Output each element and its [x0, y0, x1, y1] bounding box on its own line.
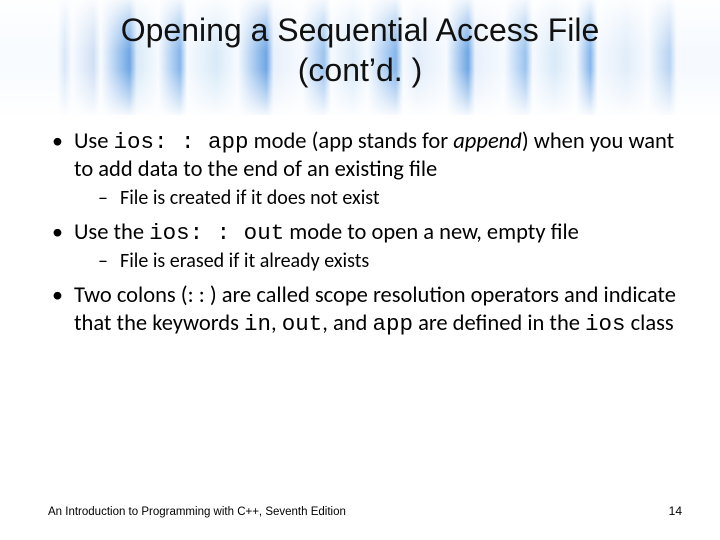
- slide-body: Use ios: : app mode (app stands for appe…: [48, 128, 678, 342]
- code: app: [372, 311, 413, 337]
- text: class: [626, 310, 674, 337]
- sub-list: File is erased if it already exists: [74, 249, 678, 274]
- text: Use the: [74, 219, 149, 246]
- code: ios: : out: [149, 220, 284, 246]
- bullet-1: Use ios: : app mode (app stands for appe…: [48, 128, 678, 211]
- bullet-2: Use the ios: : out mode to open a new, e…: [48, 219, 678, 274]
- footer-text: An Introduction to Programming with C++,…: [48, 506, 346, 518]
- code: in: [244, 311, 271, 337]
- page-number: 14: [669, 504, 682, 518]
- bullet-3: Two colons (: : ) are called scope resol…: [48, 282, 678, 338]
- text: ,: [271, 310, 282, 337]
- text: Use: [74, 128, 114, 155]
- sub-bullet: File is created if it does not exist: [92, 186, 678, 211]
- code: ios: [585, 311, 626, 337]
- text: File is created if it does not exist: [120, 186, 380, 210]
- text: File is erased if it already exists: [120, 249, 369, 273]
- slide-title: Opening a Sequential Access File (cont’d…: [0, 10, 720, 90]
- text: mode to open a new, empty file: [284, 219, 579, 246]
- emphasis: append: [453, 128, 522, 155]
- title-line-1: Opening a Sequential Access File: [121, 12, 600, 48]
- sub-bullet: File is erased if it already exists: [92, 249, 678, 274]
- text: , and: [322, 310, 372, 337]
- code: out: [282, 311, 323, 337]
- bullet-list: Use ios: : app mode (app stands for appe…: [48, 128, 678, 338]
- slide: Opening a Sequential Access File (cont’d…: [0, 0, 720, 540]
- sub-list: File is created if it does not exist: [74, 186, 678, 211]
- text: mode (app stands for: [249, 128, 454, 155]
- title-line-2: (cont’d. ): [298, 52, 422, 88]
- code: ios: : app: [114, 129, 249, 155]
- text: are defined in the: [413, 310, 585, 337]
